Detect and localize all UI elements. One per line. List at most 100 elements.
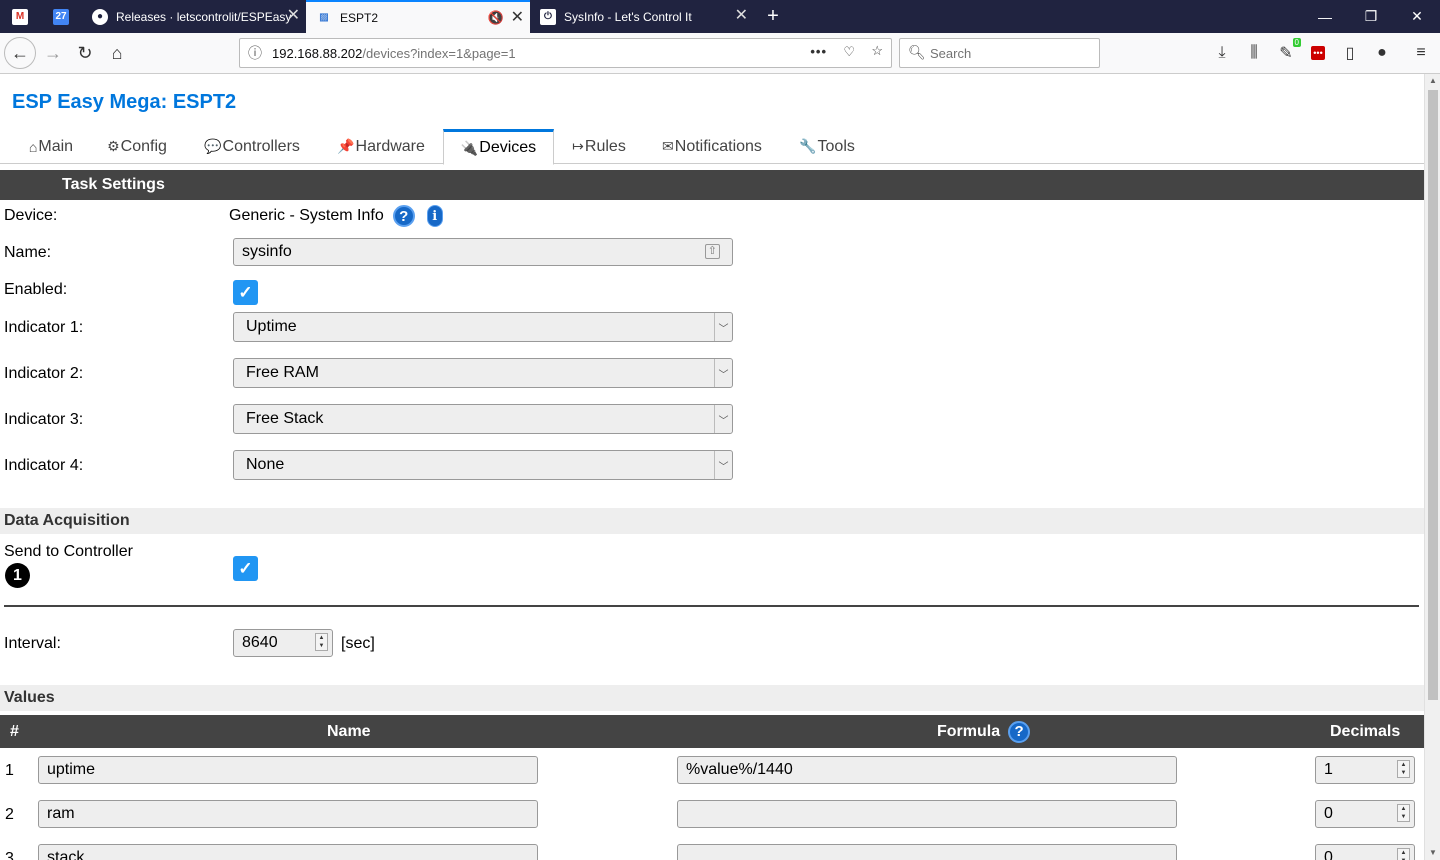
- menu-tab-label: Config: [120, 137, 167, 155]
- lastpass-icon[interactable]: •••: [1307, 42, 1329, 64]
- password-manager-icon[interactable]: ⇧: [704, 244, 720, 259]
- menu-tab-rules[interactable]: ↦ Rules: [564, 129, 634, 164]
- plug-icon: 🔌: [460, 139, 479, 156]
- envelope-icon: ✉: [662, 138, 674, 154]
- help-question-icon[interactable]: ?: [392, 205, 415, 227]
- close-tab-icon[interactable]: ✕: [511, 10, 524, 26]
- indicator-3-value: Free Stack: [246, 410, 324, 427]
- extension-icon[interactable]: ✎ 0: [1275, 38, 1301, 64]
- power-icon: ⏻: [540, 8, 556, 25]
- navigation-toolbar: ← → ↻ ⌂ ⓘ 192.168.88.202 /devices?index=…: [0, 33, 1440, 74]
- device-value: Generic - System Info: [229, 207, 384, 224]
- row-number: 2: [5, 806, 14, 823]
- formula-value: %value%/1440: [686, 761, 793, 778]
- pocket-icon[interactable]: ♡: [843, 44, 855, 60]
- sidebar-icon[interactable]: ▯: [1339, 42, 1361, 64]
- url-host: 192.168.88.202: [272, 45, 363, 61]
- close-tab-icon[interactable]: ✕: [287, 8, 300, 24]
- bookmark-star-icon[interactable]: ☆: [871, 43, 883, 59]
- gear-icon: ⚙: [107, 138, 120, 154]
- menu-tab-label: Controllers: [222, 137, 300, 155]
- menu-tab-controllers[interactable]: 💬 Controllers: [196, 129, 308, 164]
- new-tab-button[interactable]: +: [758, 0, 788, 33]
- column-header-decimals: Decimals: [1330, 722, 1401, 740]
- decimals-field[interactable]: 1 ▲ ▼: [1315, 756, 1415, 784]
- browser-tab-calendar[interactable]: 27: [40, 0, 82, 33]
- close-tab-icon[interactable]: ✕: [735, 8, 748, 24]
- download-icon[interactable]: ⤓: [1211, 42, 1233, 64]
- row-number: 3: [5, 850, 14, 860]
- indicator-1-select[interactable]: Uptime ﹀: [233, 312, 733, 342]
- page-title: ESP Easy Mega: ESPT2: [12, 91, 237, 113]
- browser-tab-espt2[interactable]: ▨ ESPT2 🔇 ✕: [306, 0, 530, 33]
- decimals-field[interactable]: 0 ▲▼: [1315, 800, 1415, 828]
- stepper-icon[interactable]: ▲▼: [1397, 804, 1410, 822]
- mute-tab-icon[interactable]: 🔇: [488, 10, 504, 26]
- account-icon[interactable]: ●: [1371, 42, 1393, 64]
- info-icon[interactable]: ⓘ: [248, 43, 262, 63]
- chevron-down-icon: ﹀: [714, 405, 732, 433]
- minimize-icon[interactable]: —: [1302, 0, 1348, 33]
- divider: [4, 605, 1419, 607]
- vertical-scrollbar[interactable]: ▲ ▼: [1424, 74, 1440, 860]
- scroll-down-icon[interactable]: ▼: [1425, 846, 1440, 860]
- chevron-down-icon: ﹀: [714, 451, 732, 479]
- browser-tab-label: SysInfo - Let's Control It: [564, 9, 692, 24]
- menu-icon[interactable]: ≡: [1410, 42, 1432, 64]
- stepper-icon[interactable]: ▲▼: [315, 633, 328, 651]
- interval-field[interactable]: 8640 ▲ ▼: [233, 629, 333, 657]
- formula-field[interactable]: [677, 800, 1177, 828]
- back-button[interactable]: ←: [4, 37, 36, 69]
- search-input[interactable]: 🔍︎ Search: [899, 38, 1100, 68]
- scroll-up-icon[interactable]: ▲: [1425, 74, 1440, 88]
- section-title: Task Settings: [62, 176, 165, 193]
- scrollbar-thumb[interactable]: [1428, 90, 1438, 700]
- menu-tab-devices[interactable]: 🔌 Devices: [443, 129, 554, 165]
- main-menu: ⌂ Main ⚙ Config 💬 Controllers 📌 Hardware 🔌 De…: [0, 129, 1424, 165]
- interval-value: 8640: [242, 634, 278, 651]
- page-actions-icon[interactable]: •••: [810, 44, 827, 59]
- indicator-3-select[interactable]: Free Stack ﹀: [233, 404, 733, 434]
- decimals-value: 1: [1324, 761, 1333, 778]
- send-to-controller-label: Send to Controller: [4, 543, 133, 560]
- indicator-2-select[interactable]: Free RAM ﹀: [233, 358, 733, 388]
- send-to-controller-checkbox[interactable]: ✓: [233, 556, 258, 581]
- decimals-value: 0: [1324, 805, 1333, 822]
- menu-tab-hardware[interactable]: 📌 Hardware: [328, 129, 434, 164]
- browser-tab-gmail[interactable]: M: [0, 0, 40, 33]
- home-button[interactable]: ⌂: [102, 38, 132, 68]
- library-icon[interactable]: ⫼: [1243, 42, 1265, 64]
- section-title: Data Acquisition: [4, 512, 130, 529]
- formula-field[interactable]: [677, 844, 1177, 860]
- enabled-checkbox[interactable]: ✓: [233, 280, 258, 305]
- task-name-field[interactable]: sysinfo ⇧: [233, 238, 733, 266]
- close-window-icon[interactable]: ✕: [1394, 0, 1440, 33]
- info-icon[interactable]: i: [426, 205, 443, 227]
- stepper-icon[interactable]: ▲▼: [1397, 760, 1410, 778]
- url-bar[interactable]: ⓘ 192.168.88.202 /devices?index=1&page=1…: [239, 38, 892, 68]
- espeasy-icon: ▨: [319, 12, 329, 23]
- menu-tab-tools[interactable]: 🔧 Tools: [790, 129, 864, 164]
- calendar-icon: 27: [53, 8, 69, 25]
- menu-tab-config[interactable]: ⚙ Config: [100, 129, 174, 164]
- help-question-icon[interactable]: ?: [1008, 720, 1031, 743]
- value-name-field[interactable]: uptime: [38, 756, 538, 784]
- browser-tab-releases[interactable]: ● Releases · letscontrolit/ESPEasy ✕: [82, 0, 306, 33]
- indicator-4-select[interactable]: None ﹀: [233, 450, 733, 480]
- controller-number-badge: 1: [5, 563, 30, 588]
- forward-button[interactable]: →: [38, 38, 68, 68]
- value-name-field[interactable]: stack: [38, 844, 538, 860]
- browser-tab-sysinfo[interactable]: ⏻ SysInfo - Let's Control It ✕: [530, 0, 754, 33]
- reload-button[interactable]: ↻: [70, 38, 100, 68]
- menu-tab-main[interactable]: ⌂ Main: [22, 129, 80, 164]
- stepper-icon[interactable]: ▲▼: [1397, 848, 1410, 860]
- chevron-down-icon: ﹀: [714, 359, 732, 387]
- extension-badge: 0: [1292, 38, 1301, 47]
- menu-tab-notifications[interactable]: ✉ Notifications: [652, 129, 772, 164]
- indicator-4-value: None: [246, 456, 285, 473]
- formula-field[interactable]: %value%/1440: [677, 756, 1177, 784]
- value-name-field[interactable]: ram: [38, 800, 538, 828]
- decimals-field[interactable]: 0 ▲▼: [1315, 844, 1415, 860]
- restore-icon[interactable]: ❐: [1348, 0, 1394, 33]
- values-header: Values: [0, 685, 1424, 711]
